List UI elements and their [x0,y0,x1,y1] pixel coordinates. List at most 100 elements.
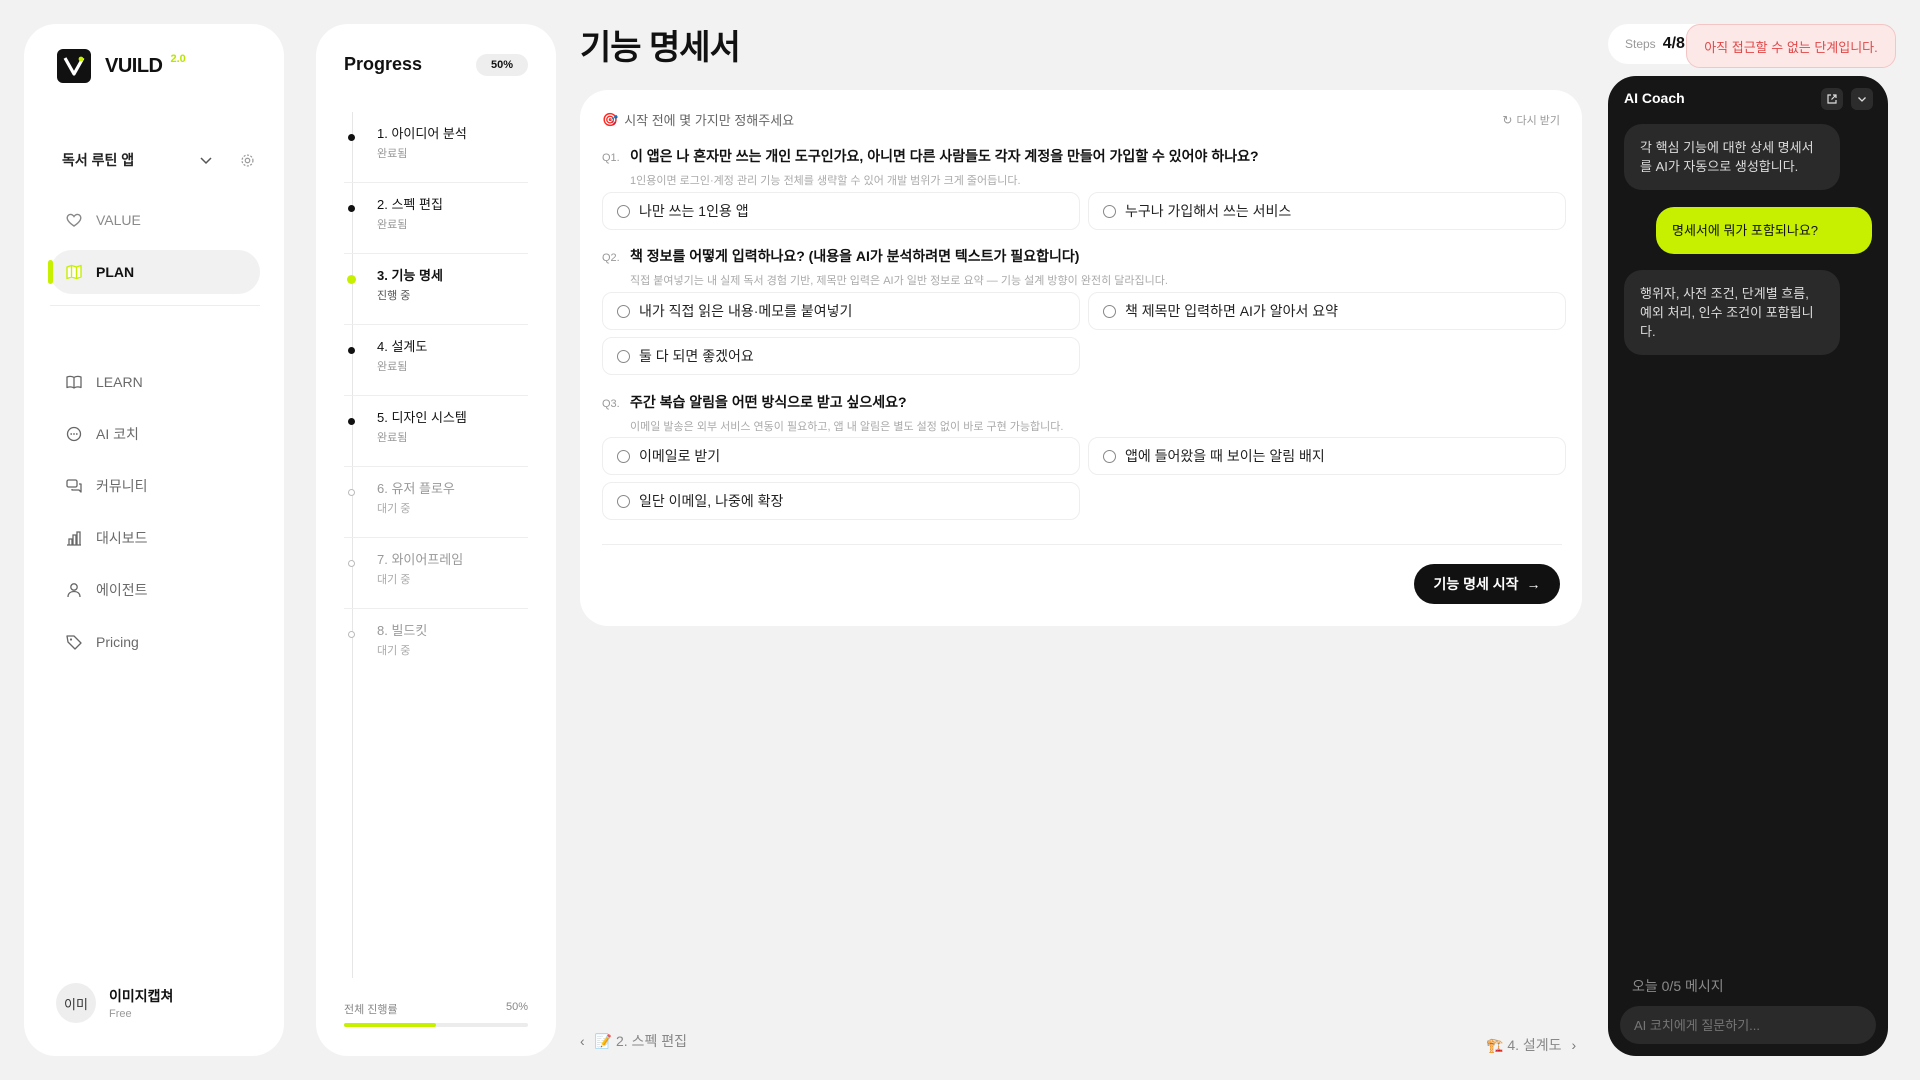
option-label: 일단 이메일, 나중에 확장 [639,493,784,509]
user-profile[interactable]: 이미 이미지캡쳐 Free [56,983,173,1023]
step-status: 완료됨 [377,148,408,160]
steps-value: 4/8 [1662,35,1685,52]
option-q3-b[interactable]: 앱에 들어왔을 때 보이는 알림 배지 [1088,437,1566,475]
nav-label: 커뮤니티 [96,478,148,494]
radio-icon[interactable] [617,349,630,363]
question-text: 주간 복습 알림을 어떤 방식으로 받고 싶으세요? [630,394,907,410]
step-status: 완료됨 [377,219,408,231]
progress-step[interactable]: 4. 설계도 완료됨 [344,325,528,396]
step-dot [348,418,355,425]
next-step-link[interactable]: 🏗️ 4. 설계도 › [1486,1035,1576,1055]
progress-step[interactable]: 5. 디자인 시스템 완료됨 [344,396,528,467]
heart-icon [64,210,84,230]
user-name: 이미지캡쳐 [109,988,174,1004]
question-number: Q1. [602,152,620,164]
brand-version: 2.0 [170,53,186,65]
question-3: Q3. 주간 복습 알림을 어떤 방식으로 받고 싶으세요? 이메일 발송은 외… [602,392,1562,434]
question-number: Q3. [602,398,620,410]
option-label: 이메일로 받기 [639,448,721,464]
chat-message-ai: 각 핵심 기능에 대한 상세 명세서를 AI가 자동으로 생성합니다. [1624,124,1840,190]
tag-icon [64,632,84,652]
step-dot [348,347,355,354]
nav-learn[interactable]: LEARN [50,360,260,404]
coach-title: AI Coach [1624,90,1685,106]
project-name: 독서 루틴 앱 [62,152,135,168]
nav-dashboard[interactable]: 대시보드 [50,516,260,560]
nav-plan[interactable]: PLAN [48,250,260,294]
brand-name: VUILD [105,54,163,77]
step-dot [348,205,355,212]
radio-icon[interactable] [617,304,630,318]
option-q3-c[interactable]: 일단 이메일, 나중에 확장 [602,482,1080,520]
step-status: 대기 중 [377,503,411,515]
radio-icon[interactable] [617,204,630,218]
chevron-down-icon[interactable] [1851,88,1873,110]
nav-ai-coach[interactable]: AI 코치 [50,412,260,456]
question-text: 이 앱은 나 혼자만 쓰는 개인 도구인가요, 아니면 다른 사람들도 각자 계… [630,148,1259,164]
progress-panel: Progress 50% 1. 아이디어 분석 완료됨 2. 스펙 편집 완료됨… [316,24,556,1056]
map-icon [64,262,84,282]
external-link-icon[interactable] [1821,88,1843,110]
question-hint: 직접 붙여넣기는 내 실제 독서 경험 기반, 제목만 입력은 AI가 일반 정… [630,275,1168,287]
card-header-text: 시작 전에 몇 가지만 정해주세요 [624,113,795,128]
logo[interactable]: VUILD 2.0 [57,49,186,83]
overall-progress: 전체 진행률 50% [344,1001,528,1017]
chat-message-user: 명세서에 뭐가 포함되나요? [1656,207,1872,254]
gear-icon[interactable] [238,151,256,169]
radio-icon[interactable] [617,449,630,463]
step-label: 2. 스펙 편집 [377,197,443,212]
logo-mark-icon [57,49,91,83]
message-quota: 오늘 0/5 메시지 [1632,978,1724,994]
step-status: 완료됨 [377,361,408,373]
question-2: Q2. 책 정보를 어떻게 입력하나요? (내용을 AI가 분석하려면 텍스트가… [602,246,1562,288]
step-status: 완료됨 [377,432,408,444]
user-plan: Free [109,1008,132,1020]
option-label: 책 제목만 입력하면 AI가 알아서 요약 [1125,303,1338,319]
project-selector[interactable]: 독서 루틴 앱 [62,150,256,170]
start-spec-button[interactable]: 기능 명세 시작 → [1414,564,1560,604]
progress-step[interactable]: 2. 스펙 편집 완료됨 [344,183,528,254]
bar-chart-icon [64,528,84,548]
nav-community[interactable]: 커뮤니티 [50,464,260,508]
option-q1-b[interactable]: 누구나 가입해서 쓰는 서비스 [1088,192,1566,230]
radio-icon[interactable] [617,494,630,508]
nav-value[interactable]: VALUE [50,198,260,242]
nav-agent[interactable]: 에이전트 [50,568,260,612]
radio-icon[interactable] [1103,204,1116,218]
target-icon: 🎯 [602,111,619,127]
option-label: 누구나 가입해서 쓰는 서비스 [1125,203,1292,219]
overall-progress-bar [344,1023,528,1027]
nav-pricing[interactable]: Pricing [50,620,260,664]
step-dot [348,560,355,567]
radio-icon[interactable] [1103,449,1116,463]
progress-step[interactable]: 7. 와이어프레임 대기 중 [344,538,528,609]
prev-step-link[interactable]: ‹ 📝 2. 스펙 편집 [580,1031,687,1051]
chat-icon [64,424,84,444]
book-icon [64,372,84,392]
avatar: 이미 [56,983,96,1023]
option-q3-a[interactable]: 이메일로 받기 [602,437,1080,475]
option-q2-b[interactable]: 책 제목만 입력하면 AI가 알아서 요약 [1088,292,1566,330]
question-text: 책 정보를 어떻게 입력하나요? (내용을 AI가 분석하려면 텍스트가 필요합… [630,248,1080,264]
chevron-down-icon[interactable] [196,150,216,170]
step-status: 대기 중 [377,645,411,657]
progress-step[interactable]: 1. 아이디어 분석 완료됨 [344,112,528,183]
step-dot [348,134,355,141]
chat-message-ai: 행위자, 사전 조건, 단계별 흐름, 예외 처리, 인수 조건이 포함됩니다. [1624,270,1840,355]
progress-step[interactable]: 3. 기능 명세 진행 중 [344,254,528,325]
radio-icon[interactable] [1103,304,1116,318]
step-label: 4. 설계도 [377,339,428,354]
locked-step-toast: 아직 접근할 수 없는 단계입니다. [1686,24,1896,68]
option-q2-a[interactable]: 내가 직접 읽은 내용·메모를 붙여넣기 [602,292,1080,330]
progress-step[interactable]: 6. 유저 플로우 대기 중 [344,467,528,538]
option-q1-a[interactable]: 나만 쓰는 1인용 앱 [602,192,1080,230]
option-label: 둘 다 되면 좋겠어요 [639,348,754,364]
coach-input[interactable] [1620,1006,1876,1044]
option-q2-c[interactable]: 둘 다 되면 좋겠어요 [602,337,1080,375]
regenerate-button[interactable]: ↻ 다시 받기 [1502,112,1560,128]
steps-label: Steps [1625,37,1656,51]
ai-coach-panel: AI Coach 각 핵심 기능에 대한 상세 명세서를 AI가 자동으로 생성… [1608,76,1888,1056]
step-dot [347,275,356,284]
progress-step[interactable]: 8. 빌드킷 대기 중 [344,609,528,680]
nav-label: LEARN [96,374,143,390]
